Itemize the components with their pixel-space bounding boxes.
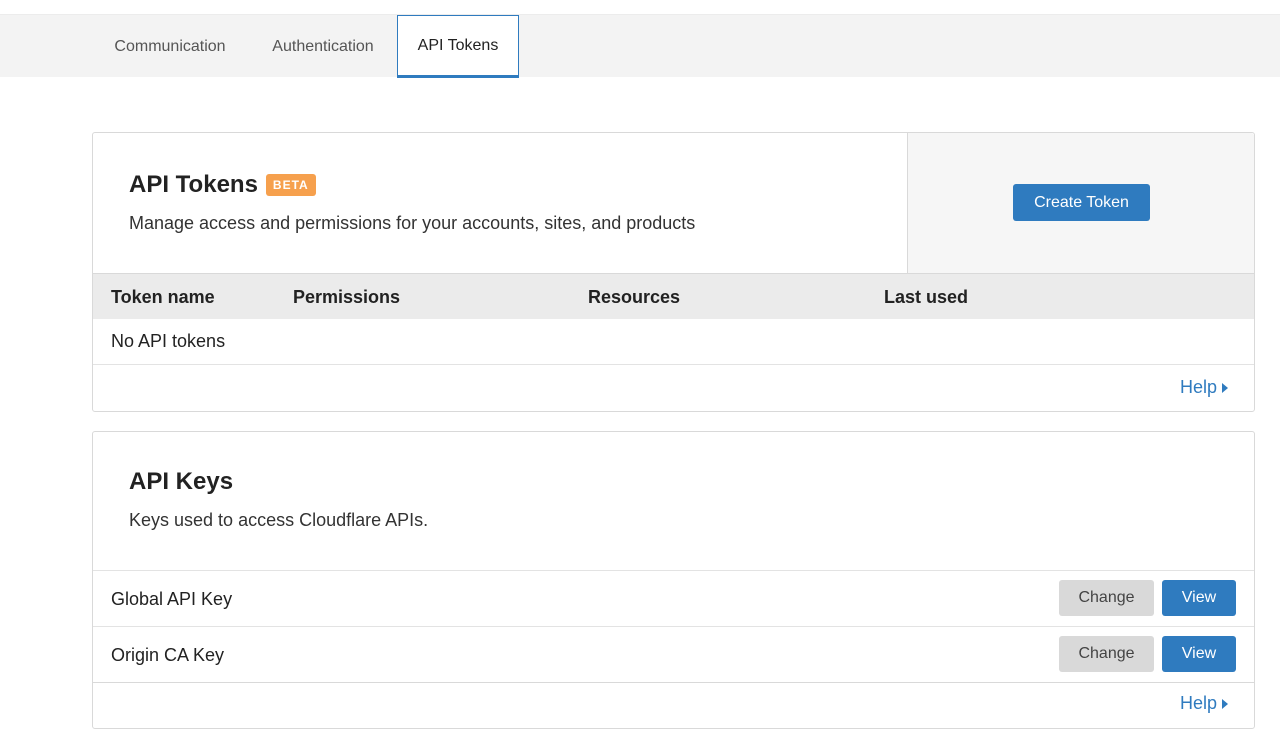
origin-key-change-button[interactable]: Change — [1059, 636, 1154, 672]
api-tokens-card: API Tokens BETA Manage access and permis… — [92, 132, 1255, 412]
column-last-used: Last used — [884, 286, 969, 307]
origin-key-view-button[interactable]: View — [1162, 636, 1236, 672]
create-token-button[interactable]: Create Token — [1013, 184, 1150, 221]
tab-communication[interactable]: Communication — [92, 15, 248, 78]
api-keys-card: API Keys Keys used to access Cloudflare … — [92, 431, 1255, 729]
api-tokens-title-text: API Tokens — [129, 171, 258, 198]
api-tokens-title: API Tokens BETA — [129, 171, 316, 199]
column-resources: Resources — [588, 286, 681, 307]
tab-authentication[interactable]: Authentication — [248, 15, 398, 78]
api-keys-title-text: API Keys — [129, 468, 234, 495]
tab-api-tokens[interactable]: API Tokens — [397, 15, 519, 78]
top-strip — [0, 0, 1280, 14]
caret-right-icon — [1222, 382, 1228, 393]
global-key-change-button[interactable]: Change — [1059, 580, 1154, 616]
api-keys-subtitle: Keys used to access Cloudflare APIs. — [129, 510, 429, 530]
keys-help-link[interactable]: Help — [1180, 693, 1228, 714]
tab-bar: Communication Authentication API Tokens — [0, 14, 1280, 78]
api-keys-title: API Keys — [129, 468, 233, 496]
api-tokens-action-panel: Create Token — [907, 133, 1254, 273]
api-tokens-header: API Tokens BETA Manage access and permis… — [93, 133, 907, 273]
tokens-empty-row: No API tokens — [93, 319, 1254, 365]
column-token-name: Token name — [111, 286, 215, 307]
caret-right-icon — [1222, 698, 1228, 709]
api-tokens-subtitle: Manage access and permissions for your a… — [129, 213, 696, 233]
tokens-help-label: Help — [1179, 377, 1217, 397]
origin-ca-key-label: Origin CA Key — [111, 644, 225, 665]
key-row-global: Global API Key Change View — [93, 570, 1254, 626]
tokens-table-header: Token name Permissions Resources Last us… — [93, 273, 1254, 319]
api-keys-footer: Help — [93, 682, 1254, 728]
beta-badge: BETA — [265, 174, 316, 196]
key-row-origin-ca: Origin CA Key Change View — [93, 626, 1254, 682]
column-permissions: Permissions — [293, 286, 401, 307]
tokens-help-link[interactable]: Help — [1180, 377, 1228, 398]
global-key-view-button[interactable]: View — [1162, 580, 1236, 616]
keys-help-label: Help — [1179, 693, 1217, 713]
global-api-key-label: Global API Key — [111, 588, 233, 609]
